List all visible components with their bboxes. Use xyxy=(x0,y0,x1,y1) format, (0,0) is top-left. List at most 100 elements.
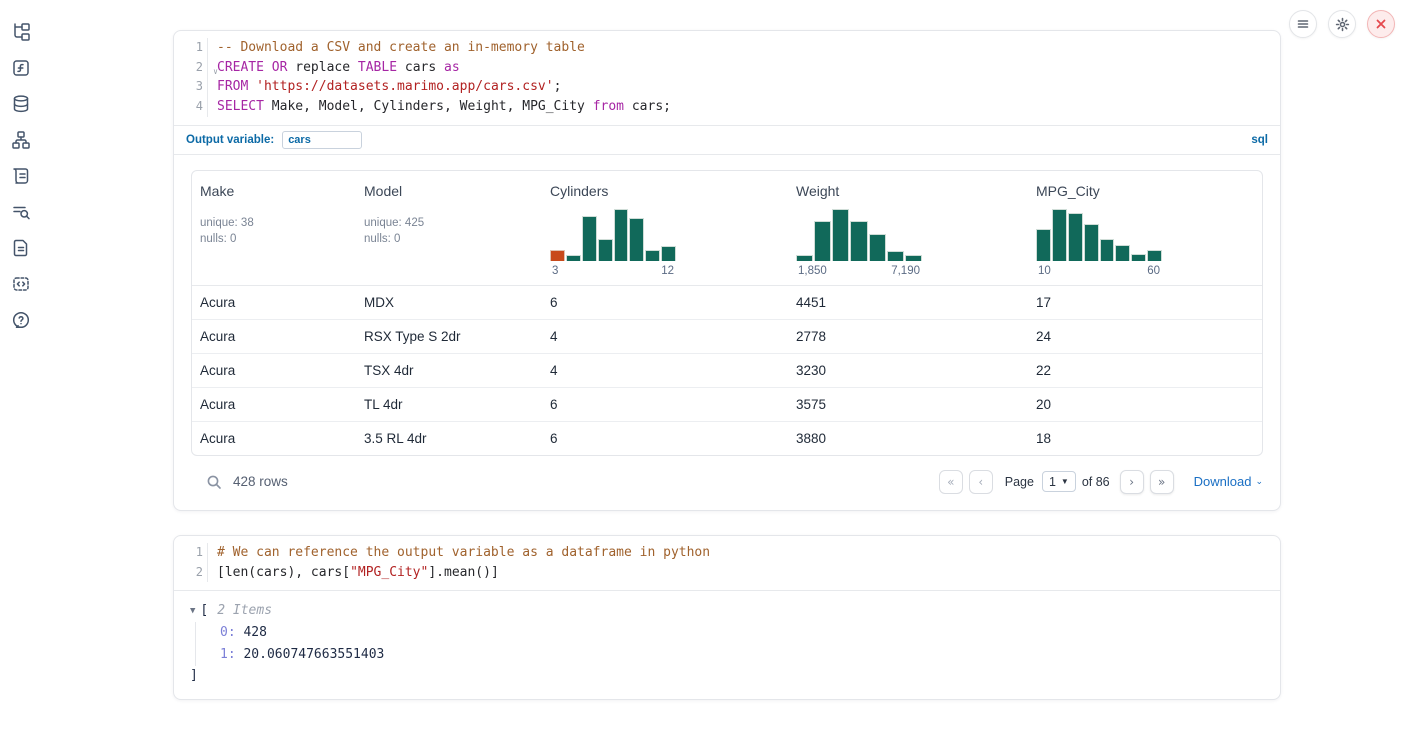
collapse-chevron-icon[interactable]: ▼ xyxy=(190,606,195,616)
cylinders-histogram[interactable]: 3 12 xyxy=(550,209,676,277)
table-cell: 2778 xyxy=(788,320,1028,353)
file-tree-icon[interactable] xyxy=(10,22,32,42)
next-page-button[interactable]: › xyxy=(1120,470,1144,494)
document-icon[interactable] xyxy=(10,238,32,258)
row-count: 428 rows xyxy=(233,474,288,489)
page-select[interactable]: 1 ▼ xyxy=(1042,471,1076,492)
language-badge: sql xyxy=(1251,134,1268,146)
chevron-down-icon: ⌄ xyxy=(1255,476,1263,487)
scroll-icon[interactable] xyxy=(10,166,32,186)
code-line: 3FROM 'https://datasets.marimo.app/cars.… xyxy=(174,77,1280,97)
pagination: « ‹ Page 1 ▼ of 86 › » Download ⌄ xyxy=(939,470,1263,494)
mpg-city-histogram[interactable]: 10 60 xyxy=(1036,209,1162,277)
table-row[interactable]: AcuraTSX 4dr4323022 xyxy=(192,354,1262,388)
histogram-bar xyxy=(661,246,676,261)
table-cell: 6 xyxy=(542,422,788,455)
table-cell: 3880 xyxy=(788,422,1028,455)
column-header-model[interactable]: Model unique: 425 nulls: 0 xyxy=(356,171,542,285)
histogram-bar xyxy=(598,239,613,261)
item-value: 428 xyxy=(243,625,266,640)
weight-axis-min: 1,850 xyxy=(798,265,827,277)
open-bracket: [ xyxy=(200,603,208,618)
weight-histogram[interactable]: 1,850 7,190 xyxy=(796,209,922,277)
close-icon xyxy=(1375,18,1387,30)
table-row[interactable]: AcuraRSX Type S 2dr4277824 xyxy=(192,320,1262,354)
column-header-cylinders[interactable]: Cylinders 3 12 xyxy=(542,171,788,285)
function-icon[interactable] xyxy=(10,58,32,78)
table-cell: 6 xyxy=(542,286,788,319)
histogram-bar xyxy=(1068,213,1083,261)
list-output-viewer: ▼ [ 2 Items 0: 428 1: 20.060747663551403… xyxy=(174,591,1280,699)
notebook: 1-- Download a CSV and create an in-memo… xyxy=(173,30,1281,700)
mpg-axis-min: 10 xyxy=(1038,265,1051,277)
help-icon[interactable] xyxy=(10,310,32,330)
code-line: 1# We can reference the output variable … xyxy=(174,543,1280,563)
python-code-editor[interactable]: 1# We can reference the output variable … xyxy=(174,536,1280,591)
histogram-bar xyxy=(1115,245,1130,261)
histogram-bar xyxy=(850,221,867,261)
table-cell: 4 xyxy=(542,320,788,353)
download-button[interactable]: Download ⌄ xyxy=(1194,474,1263,489)
histogram-bar xyxy=(614,209,629,261)
output-variable-input[interactable] xyxy=(282,131,362,149)
column-header-mpg-city[interactable]: MPG_City 10 60 xyxy=(1028,171,1262,285)
table-cell: Acura xyxy=(192,286,356,319)
close-bracket: ] xyxy=(190,668,1264,683)
output-variable-label: Output variable: xyxy=(186,134,274,146)
data-table: Make unique: 38 nulls: 0 Model unique: 4… xyxy=(191,170,1263,456)
table-cell: MDX xyxy=(356,286,542,319)
table-cell: 4451 xyxy=(788,286,1028,319)
list-item: 0: 428 xyxy=(220,622,1264,644)
page-label: Page xyxy=(1005,475,1034,489)
first-page-button[interactable]: « xyxy=(939,470,963,494)
table-row[interactable]: Acura3.5 RL 4dr6388018 xyxy=(192,422,1262,455)
histogram-bar xyxy=(814,221,831,261)
list-entries: 0: 428 1: 20.060747663551403 xyxy=(195,622,1264,666)
histogram-bar xyxy=(832,209,849,261)
table-cell: 3230 xyxy=(788,354,1028,387)
shutdown-button[interactable] xyxy=(1367,10,1395,38)
table-footer: 428 rows « ‹ Page 1 ▼ of 86 › » Download… xyxy=(174,456,1280,510)
histogram-bar xyxy=(887,251,904,260)
table-cell: 4 xyxy=(542,354,788,387)
table-cell: TSX 4dr xyxy=(356,354,542,387)
table-cell: 3.5 RL 4dr xyxy=(356,422,542,455)
item-index: 0: xyxy=(220,625,236,640)
list-search-icon[interactable] xyxy=(10,202,32,222)
menu-button[interactable] xyxy=(1289,10,1317,38)
list-item: 1: 20.060747663551403 xyxy=(220,644,1264,666)
snippets-icon[interactable] xyxy=(10,274,32,294)
python-cell: 1# We can reference the output variable … xyxy=(173,535,1281,700)
table-cell: Acura xyxy=(192,422,356,455)
table-row[interactable]: AcuraTL 4dr6357520 xyxy=(192,388,1262,422)
column-header-weight[interactable]: Weight 1,850 7,190 xyxy=(788,171,1028,285)
table-cell: Acura xyxy=(192,354,356,387)
database-icon[interactable] xyxy=(10,94,32,114)
items-count-label: 2 Items xyxy=(217,603,272,618)
model-nulls-stat: nulls: 0 xyxy=(364,231,534,247)
settings-button[interactable] xyxy=(1328,10,1356,38)
item-value: 20.060747663551403 xyxy=(243,647,384,662)
table-cell: 20 xyxy=(1028,388,1262,421)
code-line: 1-- Download a CSV and create an in-memo… xyxy=(174,38,1280,58)
cylinders-axis-max: 12 xyxy=(661,265,674,277)
weight-axis-max: 7,190 xyxy=(891,265,920,277)
table-row[interactable]: AcuraMDX6445117 xyxy=(192,286,1262,320)
histogram-bar xyxy=(582,216,597,261)
output-variable-row: Output variable: sql xyxy=(174,125,1280,155)
sql-code-editor[interactable]: 1-- Download a CSV and create an in-memo… xyxy=(174,31,1280,125)
table-header: Make unique: 38 nulls: 0 Model unique: 4… xyxy=(192,171,1262,286)
column-header-make[interactable]: Make unique: 38 nulls: 0 xyxy=(192,171,356,285)
search-icon[interactable] xyxy=(206,474,222,490)
table-cell: 17 xyxy=(1028,286,1262,319)
histogram-bar xyxy=(1036,229,1051,261)
table-body: AcuraMDX6445117AcuraRSX Type S 2dr427782… xyxy=(192,286,1262,455)
dependency-graph-icon[interactable] xyxy=(10,130,32,150)
helper-sidebar xyxy=(10,22,32,330)
last-page-button[interactable]: » xyxy=(1150,470,1174,494)
histogram-bar xyxy=(629,218,644,261)
histogram-bar xyxy=(645,250,660,260)
histogram-bar xyxy=(905,255,922,261)
make-unique-stat: unique: 38 xyxy=(200,215,348,231)
prev-page-button[interactable]: ‹ xyxy=(969,470,993,494)
